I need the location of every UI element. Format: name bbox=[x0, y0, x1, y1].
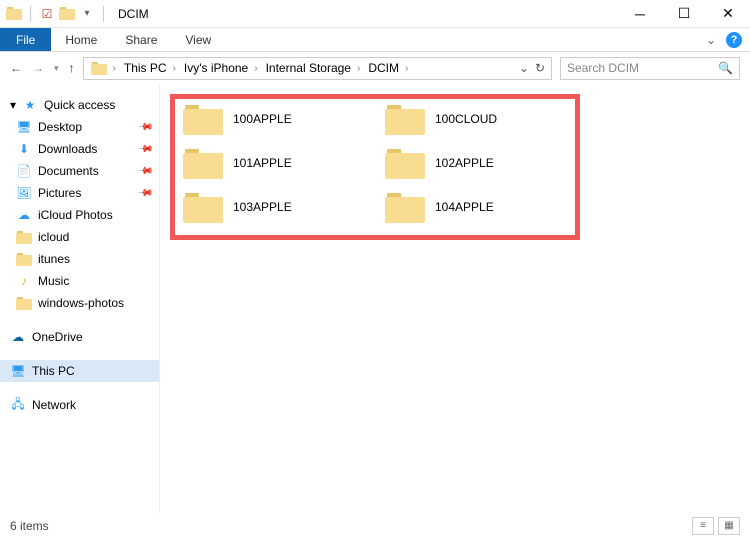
folder-item[interactable]: 103APPLE bbox=[183, 191, 365, 223]
maximize-button[interactable]: ☐ bbox=[662, 0, 706, 28]
folder-item[interactable]: 100CLOUD bbox=[385, 103, 567, 135]
new-folder-icon[interactable] bbox=[59, 6, 75, 22]
folder-label: 103APPLE bbox=[233, 200, 292, 214]
folder-icon bbox=[16, 251, 32, 267]
breadcrumb: This PC› bbox=[121, 61, 181, 75]
pin-icon: 📌 bbox=[136, 119, 153, 136]
folder-item[interactable]: 104APPLE bbox=[385, 191, 567, 223]
folder-label: 100CLOUD bbox=[435, 112, 497, 126]
sidebar-item-itunes[interactable]: itunes bbox=[0, 248, 159, 270]
file-tab[interactable]: File bbox=[0, 28, 51, 51]
sidebar-item-windows-photos[interactable]: windows-photos bbox=[0, 292, 159, 314]
search-box[interactable]: 🔍 bbox=[560, 57, 740, 80]
sidebar-item-icloud[interactable]: icloud bbox=[0, 226, 159, 248]
status-bar: 6 items ≡ ▦ bbox=[0, 513, 750, 537]
sidebar-item-documents[interactable]: 📄 Documents 📌 bbox=[0, 160, 159, 182]
folder-icon bbox=[183, 147, 223, 179]
desktop-icon: 🖥 bbox=[16, 119, 32, 135]
sidebar-item-music[interactable]: ♪ Music bbox=[0, 270, 159, 292]
pc-icon: 🖥 bbox=[10, 363, 26, 379]
sidebar-item-downloads[interactable]: ⬇ Downloads 📌 bbox=[0, 138, 159, 160]
expand-icon[interactable]: ▾ bbox=[10, 98, 16, 112]
refresh-icon[interactable]: ↻ bbox=[535, 61, 545, 75]
folder-item[interactable]: 102APPLE bbox=[385, 147, 567, 179]
ribbon: File Home Share View ⌄ ? bbox=[0, 28, 750, 52]
sidebar-item-pictures[interactable]: 🖼 Pictures 📌 bbox=[0, 182, 159, 204]
chevron-icon[interactable]: › bbox=[171, 63, 178, 74]
sidebar-network[interactable]: 🖧 Network bbox=[0, 394, 159, 416]
close-button[interactable]: ✕ bbox=[706, 0, 750, 28]
folder-icon bbox=[6, 6, 22, 22]
breadcrumb: Internal Storage› bbox=[263, 61, 366, 75]
back-button[interactable]: ← bbox=[10, 61, 22, 75]
sidebar-this-pc[interactable]: 🖥 This PC bbox=[0, 360, 159, 382]
tab-home[interactable]: Home bbox=[51, 28, 111, 51]
breadcrumb-root-icon[interactable]: › bbox=[88, 62, 121, 75]
separator bbox=[103, 6, 104, 22]
minimize-button[interactable]: ─ bbox=[618, 0, 662, 28]
content-pane: 100APPLE 100CLOUD 101APPLE 102APPLE 103A… bbox=[160, 84, 750, 513]
music-icon: ♪ bbox=[16, 273, 32, 289]
chevron-icon[interactable]: › bbox=[252, 63, 259, 74]
folder-item[interactable]: 100APPLE bbox=[183, 103, 365, 135]
search-icon[interactable]: 🔍 bbox=[718, 61, 733, 75]
star-icon: ★ bbox=[22, 97, 38, 113]
sidebar-item-desktop[interactable]: 🖥 Desktop 📌 bbox=[0, 116, 159, 138]
title-bar: ☑ ▾ DCIM ─ ☐ ✕ bbox=[0, 0, 750, 28]
forward-button[interactable]: → bbox=[32, 61, 44, 75]
folder-label: 104APPLE bbox=[435, 200, 494, 214]
folder-icon bbox=[183, 103, 223, 135]
item-count: 6 items bbox=[10, 519, 49, 533]
folder-icon bbox=[16, 229, 32, 245]
search-input[interactable] bbox=[567, 61, 707, 75]
properties-icon[interactable]: ☑ bbox=[39, 6, 55, 22]
folder-icon bbox=[385, 191, 425, 223]
recent-dropdown-icon[interactable]: ▾ bbox=[54, 63, 59, 74]
sidebar-item-icloud-photos[interactable]: ☁ iCloud Photos bbox=[0, 204, 159, 226]
folder-item[interactable]: 101APPLE bbox=[183, 147, 365, 179]
ribbon-expand-icon[interactable]: ⌄ bbox=[706, 33, 716, 47]
folder-icon bbox=[16, 295, 32, 311]
sidebar-onedrive[interactable]: ☁ OneDrive bbox=[0, 326, 159, 348]
nav-arrows: ← → ▾ ↑ bbox=[10, 61, 75, 75]
pin-icon: 📌 bbox=[136, 185, 153, 202]
up-button[interactable]: ↑ bbox=[69, 61, 75, 75]
breadcrumb: Ivy's iPhone› bbox=[181, 61, 263, 75]
help-icon[interactable]: ? bbox=[726, 32, 742, 48]
pin-icon: 📌 bbox=[136, 163, 153, 180]
download-icon: ⬇ bbox=[16, 141, 32, 157]
breadcrumb: DCIM› bbox=[365, 61, 413, 75]
network-icon: 🖧 bbox=[10, 397, 26, 413]
folder-icon bbox=[183, 191, 223, 223]
folder-label: 102APPLE bbox=[435, 156, 494, 170]
icons-view-button[interactable]: ▦ bbox=[718, 517, 740, 535]
folder-label: 101APPLE bbox=[233, 156, 292, 170]
highlighted-folders: 100APPLE 100CLOUD 101APPLE 102APPLE 103A… bbox=[170, 94, 580, 240]
navigation-row: ← → ▾ ↑ › This PC› Ivy's iPhone› Interna… bbox=[0, 52, 750, 84]
tab-share[interactable]: Share bbox=[111, 28, 171, 51]
folder-icon bbox=[385, 147, 425, 179]
onedrive-icon: ☁ bbox=[10, 329, 26, 345]
window-title: DCIM bbox=[112, 7, 149, 21]
qat-dropdown-icon[interactable]: ▾ bbox=[79, 6, 95, 22]
address-bar[interactable]: › This PC› Ivy's iPhone› Internal Storag… bbox=[83, 57, 552, 80]
picture-icon: 🖼 bbox=[16, 185, 32, 201]
navigation-pane: ▾ ★ Quick access 🖥 Desktop 📌 ⬇ Downloads… bbox=[0, 84, 160, 513]
icloud-icon: ☁ bbox=[16, 207, 32, 223]
tab-view[interactable]: View bbox=[171, 28, 225, 51]
document-icon: 📄 bbox=[16, 163, 32, 179]
details-view-button[interactable]: ≡ bbox=[692, 517, 714, 535]
quick-access-toolbar: ☑ ▾ DCIM bbox=[0, 6, 149, 22]
pin-icon: 📌 bbox=[136, 141, 153, 158]
folder-label: 100APPLE bbox=[233, 112, 292, 126]
address-dropdown-icon[interactable]: ⌄ bbox=[519, 61, 529, 75]
chevron-icon[interactable]: › bbox=[355, 63, 362, 74]
sidebar-quick-access[interactable]: ▾ ★ Quick access bbox=[0, 94, 159, 116]
folder-icon bbox=[385, 103, 425, 135]
window-controls: ─ ☐ ✕ bbox=[618, 0, 750, 28]
separator bbox=[30, 6, 31, 22]
chevron-icon[interactable]: › bbox=[403, 63, 410, 74]
